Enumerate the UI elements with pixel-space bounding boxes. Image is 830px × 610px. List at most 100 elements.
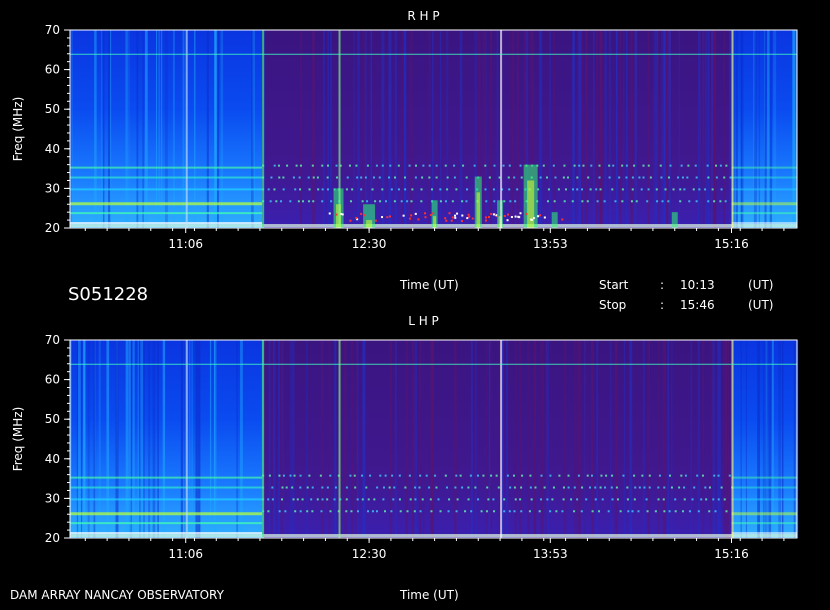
texture-streak: [697, 340, 700, 538]
texture-streak: [299, 30, 303, 228]
date-code: S051228: [68, 284, 149, 305]
burst-core: [527, 180, 535, 228]
emission-dot: [529, 474, 532, 477]
texture-streak: [389, 340, 393, 538]
emission-dot: [350, 510, 353, 513]
emission-dot: [631, 176, 634, 179]
texture-streak: [410, 30, 413, 228]
emission-dot: [626, 498, 629, 501]
emission-dot: [663, 510, 666, 513]
emission-dot: [503, 510, 506, 513]
texture-streak: [769, 30, 773, 228]
emission-dot: [293, 474, 296, 477]
emission-dot: [367, 510, 370, 513]
texture-streak: [540, 340, 543, 538]
emission-dot: [299, 510, 302, 513]
emission-dot: [543, 486, 546, 489]
texture-streak: [735, 30, 738, 228]
emission-dot: [419, 510, 422, 513]
emission-dot: [371, 188, 374, 191]
hot-pixel: [471, 217, 474, 220]
texture-streak: [217, 30, 219, 228]
emission-dot: [562, 498, 565, 501]
emission-dot: [270, 176, 273, 179]
texture-streak: [323, 30, 326, 228]
emission-dot: [725, 510, 728, 513]
emission-dot: [667, 176, 670, 179]
emission-dot: [552, 164, 555, 167]
emission-dot: [388, 486, 391, 489]
texture-streak: [395, 340, 397, 538]
emission-dot: [306, 486, 309, 489]
texture-streak: [741, 30, 744, 228]
emission-dot: [658, 474, 661, 477]
emission-band: [731, 222, 797, 225]
emission-dot: [419, 474, 422, 477]
emission-dot: [470, 510, 473, 513]
emission-dot: [655, 188, 658, 191]
texture-streak: [553, 30, 556, 228]
emission-dot: [269, 200, 272, 203]
texture-streak: [668, 30, 672, 228]
emission-dot: [345, 510, 348, 513]
emission-dot: [271, 486, 274, 489]
texture-streak: [343, 340, 345, 538]
stop-time: 15:46: [680, 298, 715, 312]
texture-streak: [573, 340, 577, 538]
hot-pixel: [503, 214, 506, 217]
texture-streak: [94, 30, 97, 228]
emission-dot: [317, 188, 320, 191]
emission-dot: [346, 176, 349, 179]
emission-dot: [439, 200, 442, 203]
emission-dot: [670, 486, 673, 489]
hot-pixel: [363, 214, 366, 217]
emission-dot: [446, 188, 449, 191]
emission-dot: [294, 510, 297, 513]
emission-dot: [588, 486, 591, 489]
emission-dot: [388, 176, 391, 179]
texture-streak: [220, 30, 224, 228]
y-tick-label: 30: [45, 491, 60, 505]
hot-pixel: [417, 218, 420, 221]
emission-dot: [403, 176, 406, 179]
emission-dot: [707, 200, 710, 203]
y-tick-label: 70: [45, 23, 60, 37]
emission-dot: [502, 164, 505, 167]
texture-streak: [511, 30, 515, 228]
artifact-line: [731, 340, 734, 538]
emission-dot: [480, 510, 483, 513]
hot-pixel: [539, 214, 542, 217]
texture-streak: [189, 340, 191, 538]
hot-pixel: [381, 216, 384, 219]
emission-dot: [297, 200, 300, 203]
emission-dot: [349, 474, 352, 477]
emission-dot: [366, 164, 369, 167]
emission-dot: [520, 510, 523, 513]
emission-dot: [604, 486, 607, 489]
emission-band: [731, 176, 797, 179]
emission-dot: [513, 510, 516, 513]
emission-dot: [694, 164, 697, 167]
burst: [671, 212, 678, 228]
emission-dot: [444, 200, 447, 203]
emission-dot: [356, 176, 359, 179]
emission-band: [70, 188, 263, 191]
emission-band: [70, 166, 263, 169]
emission-band: [731, 476, 797, 479]
texture-streak: [459, 30, 463, 228]
emission-dot: [578, 164, 581, 167]
emission-dot: [453, 176, 456, 179]
emission-dot: [383, 486, 386, 489]
emission-dot: [571, 188, 574, 191]
emission-dot: [406, 510, 409, 513]
emission-dot: [503, 498, 506, 501]
emission-dot: [404, 188, 407, 191]
emission-dot: [353, 474, 356, 477]
emission-dot: [461, 200, 464, 203]
emission-dot: [723, 498, 726, 501]
texture-streak: [623, 30, 625, 228]
emission-dot: [622, 474, 625, 477]
emission-dot: [633, 164, 636, 167]
emission-dot: [621, 164, 624, 167]
emission-dot: [643, 486, 646, 489]
